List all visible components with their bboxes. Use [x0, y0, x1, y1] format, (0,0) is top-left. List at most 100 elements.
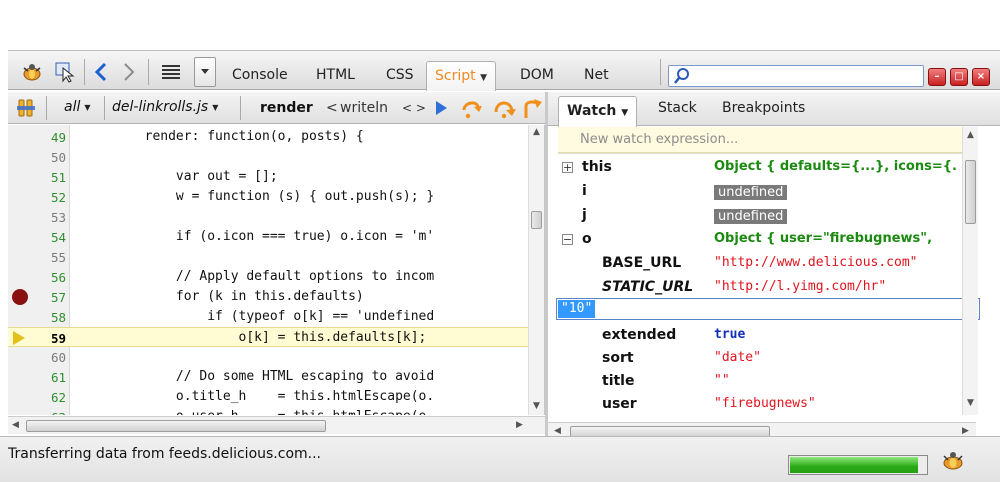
- source-line[interactable]: 61 // Do some HTML escaping to avoid: [8, 367, 528, 387]
- scroll-left-icon[interactable]: ◀: [12, 420, 19, 430]
- stack-current[interactable]: render: [260, 100, 313, 116]
- watch-value-editor[interactable]: "10": [556, 298, 980, 320]
- line-number[interactable]: 53: [32, 210, 66, 225]
- source-horizontal-scrollbar[interactable]: ◀ ▶: [8, 416, 545, 434]
- line-number[interactable]: 59: [32, 331, 66, 346]
- watch-value[interactable]: Object { defaults={...}, icons={.: [714, 159, 957, 174]
- source-line[interactable]: 58 if (typeof o[k] == 'undefined: [8, 307, 528, 327]
- stack-nav[interactable]: < >: [402, 101, 426, 115]
- line-number[interactable]: 51: [32, 170, 66, 185]
- step-into-icon[interactable]: [492, 96, 516, 124]
- watch-value[interactable]: undefined: [714, 209, 788, 224]
- step-out-icon[interactable]: [522, 96, 544, 124]
- source-line[interactable]: 51 var out = [];: [8, 167, 528, 187]
- property-row[interactable]: extended true: [548, 323, 978, 347]
- source-line[interactable]: 57 for (k in this.defaults): [8, 287, 528, 307]
- breakpoint-icon[interactable]: [12, 289, 28, 305]
- source-vertical-scrollbar[interactable]: ▲ ▼: [528, 125, 544, 415]
- menu-dropdown-icon[interactable]: [194, 57, 216, 87]
- property-row[interactable]: STATIC_URL "http://l.yimg.com/hr": [548, 275, 978, 299]
- source-scroll-thumb[interactable]: [531, 211, 542, 229]
- collapse-icon[interactable]: −: [562, 234, 573, 245]
- source-line[interactable]: 63 o.user_h = this.htmlEscape(o.: [8, 407, 528, 415]
- line-number[interactable]: 57: [32, 290, 66, 305]
- property-value[interactable]: true: [714, 327, 745, 342]
- scroll-up-icon[interactable]: ▲: [533, 127, 540, 137]
- line-number[interactable]: 61: [32, 370, 66, 385]
- source-line[interactable]: 50: [8, 147, 528, 167]
- source-line[interactable]: 56 // Apply default options to incom: [8, 267, 528, 287]
- property-row[interactable]: title "": [548, 369, 978, 393]
- source-line[interactable]: 53: [8, 207, 528, 227]
- line-number[interactable]: 50: [32, 150, 66, 165]
- line-number[interactable]: 63: [32, 410, 66, 415]
- detach-button[interactable]: □: [950, 68, 968, 86]
- close-button[interactable]: ×: [972, 68, 990, 86]
- filter-dropdown[interactable]: all ▼: [64, 99, 91, 115]
- line-number[interactable]: 52: [32, 190, 66, 205]
- scroll-left-icon[interactable]: ◀: [554, 426, 561, 436]
- line-number[interactable]: 62: [32, 390, 66, 405]
- property-value[interactable]: "": [714, 373, 730, 388]
- minimize-button[interactable]: –: [928, 68, 946, 86]
- line-number[interactable]: 60: [32, 350, 66, 365]
- watch-scroll-thumb[interactable]: [965, 160, 976, 224]
- source-hscroll-thumb[interactable]: [26, 420, 326, 432]
- search-input[interactable]: [668, 65, 924, 87]
- forward-icon[interactable]: [118, 59, 140, 85]
- source-line[interactable]: 55: [8, 247, 528, 267]
- watch-value[interactable]: undefined: [714, 185, 788, 200]
- property-row[interactable]: user "firebugnews": [548, 392, 978, 415]
- scroll-down-icon[interactable]: ▼: [533, 401, 540, 411]
- watch-vertical-scrollbar[interactable]: ▲ ▼: [962, 127, 978, 415]
- property-value[interactable]: "firebugnews": [714, 396, 816, 411]
- tab-html[interactable]: HTML: [310, 63, 361, 89]
- source-line[interactable]: 49 render: function(o, posts) {: [8, 127, 528, 147]
- file-dropdown[interactable]: del-linkrolls.js ▼: [112, 99, 218, 115]
- watch-row[interactable]: + this Object { defaults={...}, icons={.: [548, 155, 978, 179]
- tab-script[interactable]: Script ▼: [426, 61, 496, 91]
- expand-icon[interactable]: +: [562, 162, 573, 173]
- inspect-icon[interactable]: [52, 59, 78, 85]
- back-icon[interactable]: [90, 59, 112, 85]
- scroll-down-icon[interactable]: ▼: [967, 398, 974, 408]
- line-number[interactable]: 55: [32, 250, 66, 265]
- menu-lines-icon[interactable]: [156, 59, 186, 85]
- watch-row[interactable]: − o Object { user="firebugnews",: [548, 227, 978, 251]
- line-number[interactable]: 56: [32, 270, 66, 285]
- tab-watch[interactable]: Watch ▼: [558, 96, 638, 127]
- source-line[interactable]: 60: [8, 347, 528, 367]
- scroll-up-icon[interactable]: ▲: [967, 130, 974, 140]
- line-number[interactable]: 58: [32, 310, 66, 325]
- source-line[interactable]: 54 if (o.icon === true) o.icon = 'm': [8, 227, 528, 247]
- property-row[interactable]: BASE_URL "http://www.delicious.com": [548, 251, 978, 275]
- step-over-icon[interactable]: [460, 96, 484, 124]
- continue-icon[interactable]: [434, 100, 448, 120]
- line-number[interactable]: 54: [32, 230, 66, 245]
- tab-console[interactable]: Console: [226, 63, 294, 89]
- source-line[interactable]: 52 w = function (s) { out.push(s); }: [8, 187, 528, 207]
- line-number[interactable]: 49: [32, 130, 66, 145]
- property-value[interactable]: "date": [714, 350, 761, 365]
- watch-value[interactable]: Object { user="firebugnews",: [714, 231, 932, 246]
- new-watch-input[interactable]: New watch expression...: [558, 127, 978, 153]
- tab-net[interactable]: Net: [578, 63, 615, 89]
- tab-stack[interactable]: Stack: [658, 100, 697, 116]
- firebug-status-icon[interactable]: [940, 449, 966, 477]
- tab-css[interactable]: CSS: [380, 63, 420, 89]
- watch-edit-value[interactable]: "10": [558, 300, 596, 318]
- watch-row[interactable]: i undefined: [548, 179, 978, 203]
- property-row[interactable]: sort "date": [548, 346, 978, 370]
- property-value[interactable]: "http://www.delicious.com": [714, 255, 918, 270]
- tab-breakpoints[interactable]: Breakpoints: [722, 100, 805, 116]
- scroll-right-icon[interactable]: ▶: [516, 420, 523, 430]
- pause-icon[interactable]: [16, 98, 36, 122]
- source-line[interactable]: 62 o.title_h = this.htmlEscape(o.: [8, 387, 528, 407]
- watch-row[interactable]: j undefined: [548, 203, 978, 227]
- tab-dom[interactable]: DOM: [514, 63, 560, 89]
- stack-caller[interactable]: writeln: [340, 100, 388, 116]
- source-line[interactable]: 59 o[k] = this.defaults[k];: [8, 327, 528, 347]
- firebug-icon[interactable]: [18, 59, 46, 85]
- scroll-right-icon[interactable]: ▶: [962, 426, 969, 436]
- property-value[interactable]: "http://l.yimg.com/hr": [714, 279, 886, 294]
